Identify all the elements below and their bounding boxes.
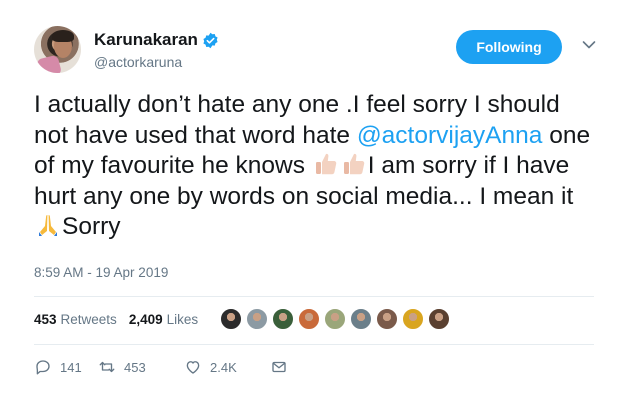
thumbs-up-icon [343,153,365,175]
retweets-count[interactable]: 453 [34,312,57,327]
author-block[interactable]: Karunakaran @actorkaruna [94,30,219,70]
tweet-text: I actually don’t hate any one .I feel so… [34,90,594,243]
likes-count[interactable]: 2,409 [129,312,163,327]
liker-avatars [220,308,454,332]
liker-avatar[interactable] [350,308,372,330]
reply-count: 141 [60,359,82,375]
heart-icon [186,361,200,374]
thumbs-up-icon [315,153,337,175]
mention-link[interactable]: @actorvijayAnna [357,122,543,149]
avatar[interactable] [34,26,81,73]
direct-message-button[interactable] [270,358,288,376]
like-button[interactable]: 2.4K [184,358,270,376]
following-button[interactable]: Following [456,30,562,64]
liker-avatar[interactable] [428,308,450,330]
likes-label[interactable]: Likes [167,312,199,327]
reply-icon [36,360,50,375]
retweet-count: 453 [124,359,146,375]
envelope-icon [272,361,286,373]
avatar-hair [52,30,74,42]
reply-button[interactable]: 141 [34,358,98,376]
author-name-row[interactable]: Karunakaran [94,30,219,50]
liker-avatar[interactable] [376,308,398,330]
author-handle[interactable]: @actorkaruna [94,54,219,70]
tweet-timestamp[interactable]: 8:59 AM - 19 Apr 2019 [34,265,168,280]
tweet-actions: 141 453 2.4K [34,358,288,376]
retweet-button[interactable]: 453 [98,358,184,376]
liker-avatar[interactable] [246,308,268,330]
retweets-label[interactable]: Retweets [61,312,117,327]
liker-avatar[interactable] [272,308,294,330]
chevron-down-icon[interactable] [582,40,596,50]
liker-avatar[interactable] [298,308,320,330]
avatar-shirt [35,54,63,73]
liker-avatar[interactable] [220,308,242,330]
tweet-text-part-4: Sorry [62,213,121,240]
folded-hands-icon [39,215,57,236]
tweet-stats: 453 Retweets 2,409 Likes [34,312,210,327]
liker-avatar[interactable] [402,308,424,330]
tweet-header: Karunakaran @actorkaruna Following [34,26,600,76]
verified-badge-icon [203,32,218,48]
liker-avatar[interactable] [324,308,346,330]
retweet-icon [99,361,115,373]
divider [34,344,594,345]
divider [34,296,594,297]
like-count: 2.4K [210,359,237,375]
author-display-name[interactable]: Karunakaran [94,30,198,50]
